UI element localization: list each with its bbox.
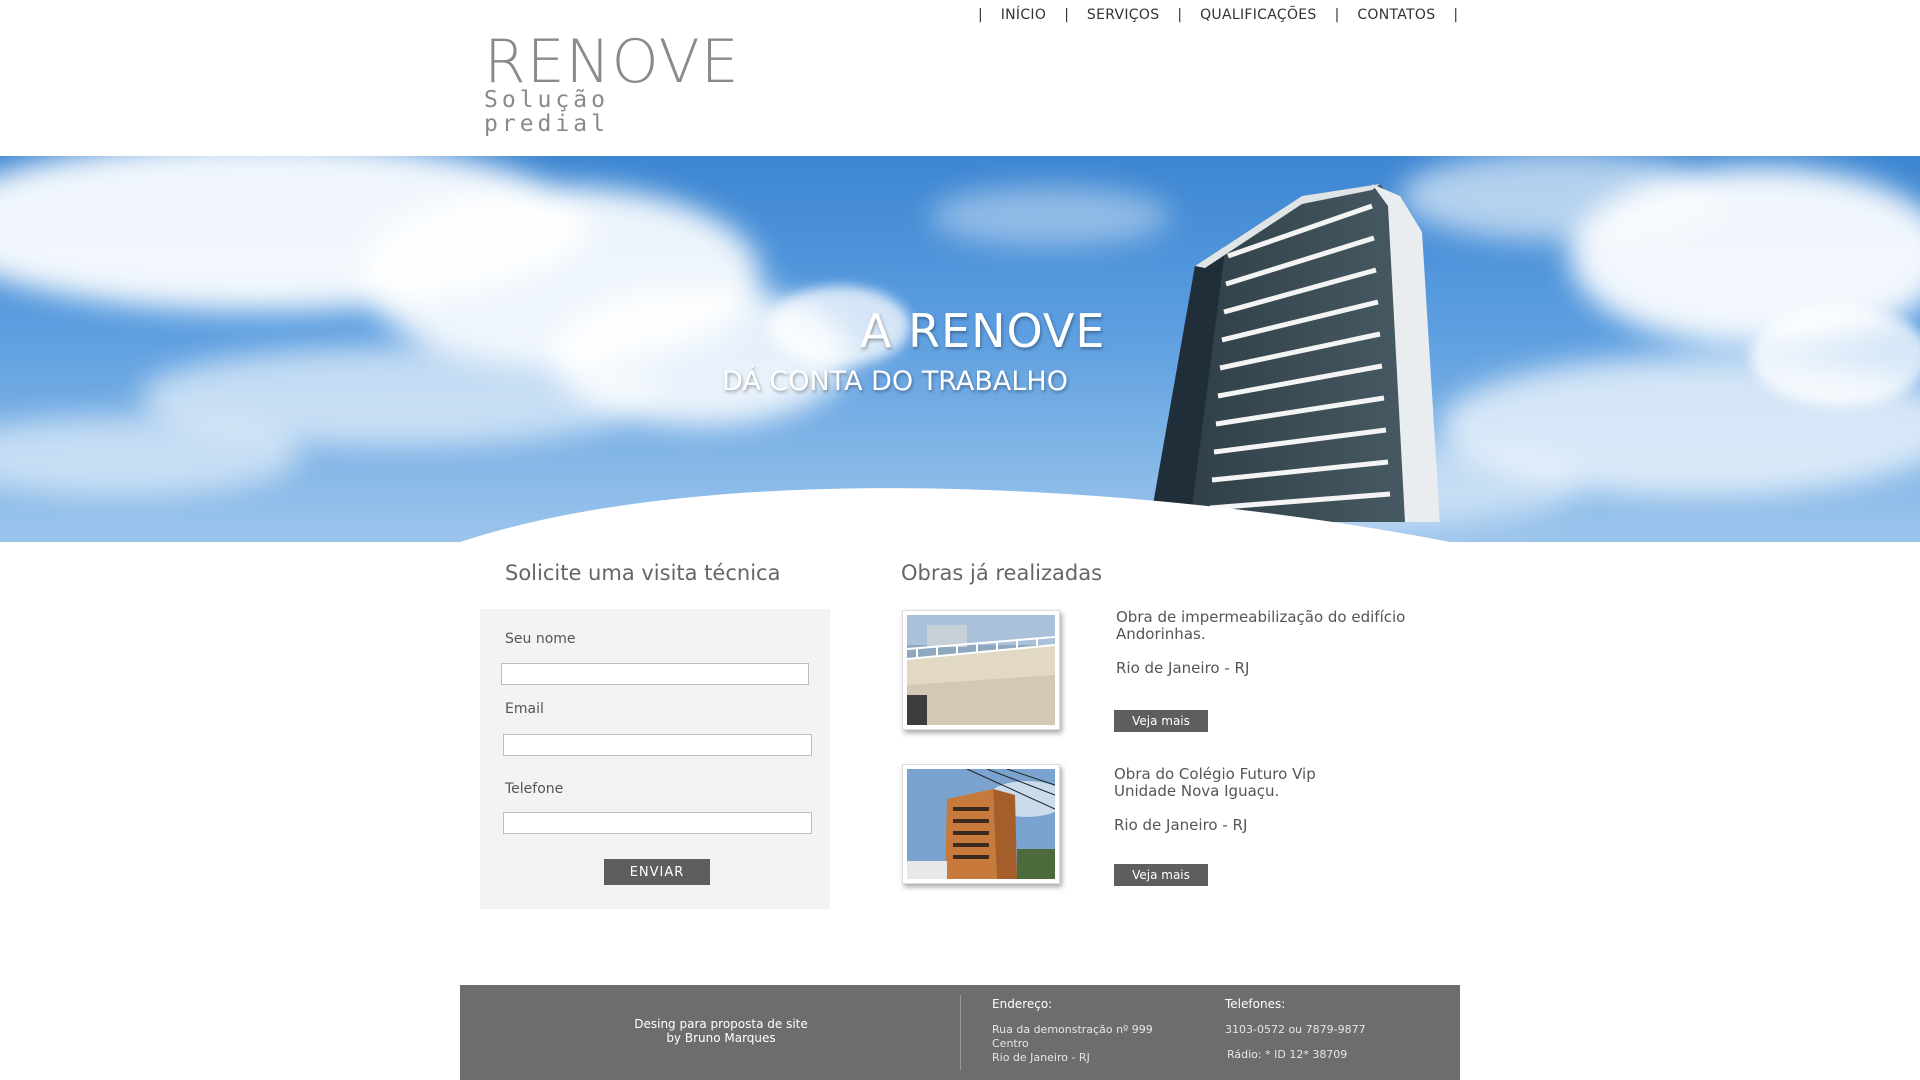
veja-mais-button-2[interactable]: Veja mais — [1114, 864, 1208, 886]
address-line-1: Rua da demonstração nº 999 — [992, 1023, 1153, 1036]
rooftop-photo — [907, 615, 1055, 725]
phone-label: Telefone — [505, 781, 564, 797]
logo-title: RENOVE — [484, 27, 740, 97]
phones-line-1: 3103-0572 ou 7879-9877 — [1225, 1023, 1366, 1036]
nav-separator: | — [1064, 7, 1069, 23]
nav-item-contatos[interactable]: CONTATOS — [1349, 7, 1443, 23]
footer: Desing para proposta de site by Bruno Ma… — [460, 985, 1460, 1080]
phones-line-2: Rádio: * ID 12* 38709 — [1227, 1048, 1348, 1061]
address-line-3: Rio de Janeiro - RJ — [992, 1051, 1090, 1064]
address-line-2: Centro — [992, 1037, 1029, 1050]
nav-separator: | — [1453, 7, 1459, 23]
footer-divider — [960, 995, 961, 1070]
footer-credit: Desing para proposta de site by Bruno Ma… — [560, 1017, 882, 1045]
address-block: Rua da demonstração nº 999 Centro Rio de… — [992, 1023, 1153, 1065]
address-heading: Endereço: — [992, 997, 1053, 1011]
school-building-photo — [907, 769, 1055, 879]
nav-item-servicos[interactable]: SERVIÇOS — [1079, 7, 1167, 23]
credit-line-2: by Bruno Marques — [666, 1031, 776, 1045]
nav-item-inicio[interactable]: INÍCIO — [993, 7, 1054, 23]
building — [1150, 184, 1440, 522]
hero-banner: A RENOVE DÁ CONTA DO TRABALHO — [0, 156, 1920, 542]
work-location-2: Rio de Janeiro - RJ — [1114, 816, 1248, 834]
work-title-1: Obra de impermeabilização do edifício An… — [1116, 608, 1406, 643]
email-label: Email — [505, 701, 544, 717]
works-heading: Obras já realizadas — [901, 561, 1103, 585]
nav-separator: | — [978, 7, 983, 23]
work-location-1: Rio de Janeiro - RJ — [1116, 659, 1250, 677]
work-title-2: Obra do Colégio Futuro Vip Unidade Nova … — [1114, 765, 1316, 800]
credit-line-1: Desing para proposta de site — [634, 1017, 808, 1031]
veja-mais-button-1[interactable]: Veja mais — [1114, 710, 1208, 732]
nav-separator: | — [1177, 7, 1183, 23]
hero-subtitle: DÁ CONTA DO TRABALHO — [722, 366, 1068, 397]
nav-separator: | — [1334, 7, 1340, 23]
phone-input[interactable] — [503, 812, 812, 834]
name-label: Seu nome — [505, 631, 576, 647]
phones-heading: Telefones: — [1225, 997, 1286, 1011]
form-heading: Solicite uma visita técnica — [505, 561, 781, 585]
visit-request-form: Seu nome Email Telefone ENVIAR — [480, 609, 830, 909]
work-thumbnail-2[interactable] — [902, 764, 1060, 884]
email-input[interactable] — [503, 734, 812, 756]
main-nav: | INÍCIO | SERVIÇOS | QUALIFICAÇÕES | CO… — [968, 7, 1468, 23]
name-input[interactable] — [501, 663, 809, 685]
logo[interactable]: RENOVE Solução predial — [484, 32, 744, 136]
submit-button[interactable]: ENVIAR — [604, 859, 710, 885]
work-thumbnail-1[interactable] — [902, 610, 1060, 730]
hero-title: A RENOVE — [860, 304, 1106, 358]
nav-item-qualificacoes[interactable]: QUALIFICAÇÕES — [1192, 7, 1325, 23]
